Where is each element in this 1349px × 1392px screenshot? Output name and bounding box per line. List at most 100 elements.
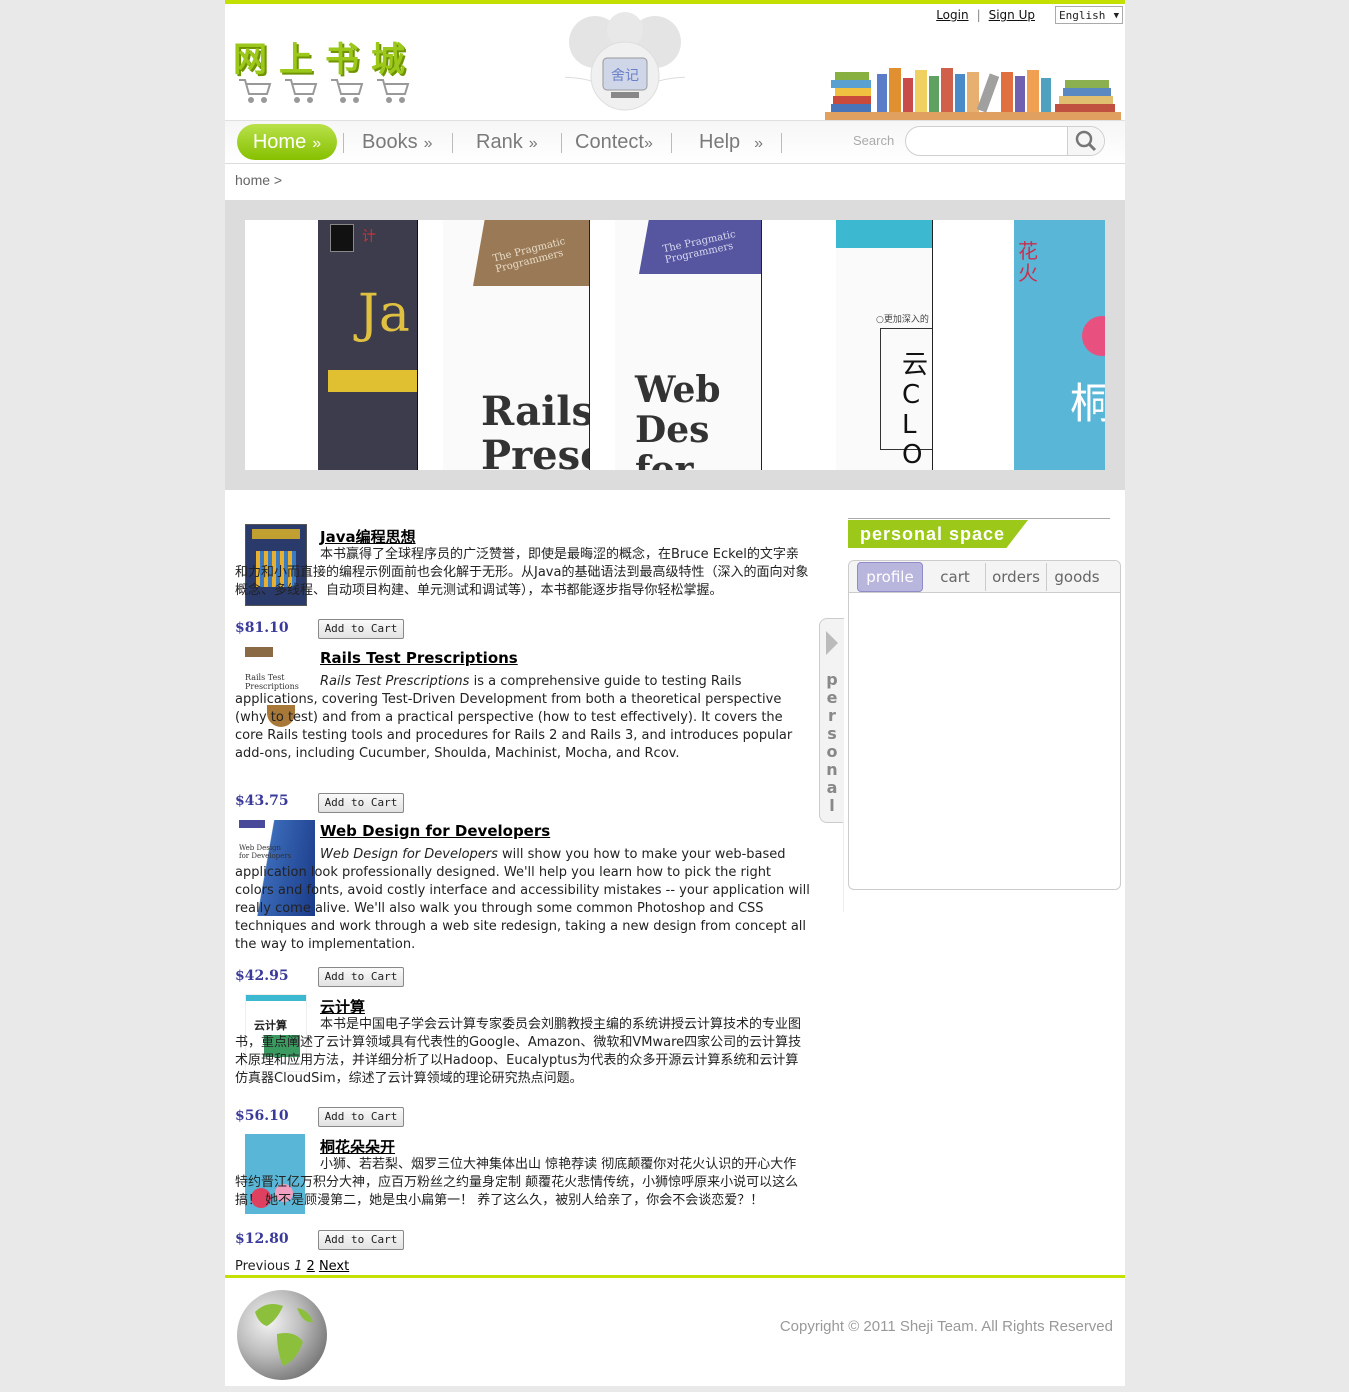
tab-orders[interactable]: orders <box>986 563 1047 591</box>
breadcrumb: home > <box>235 172 283 188</box>
search-box <box>905 126 1105 156</box>
pager-current: 1 <box>294 1259 303 1274</box>
page: Login | Sign Up English ▼ 网上书城 舍记 Home »… <box>225 0 1125 1386</box>
search-input[interactable] <box>914 130 1068 154</box>
book-description-text: will show you how to make your web-based… <box>235 847 810 952</box>
book-price: $42.95 <box>235 968 289 984</box>
slide-text: Rails Presc <box>481 388 590 471</box>
book-description: Rails Test Prescriptions is a comprehens… <box>235 673 810 763</box>
carousel-slide[interactable]: 花火 桐 <box>1014 220 1105 470</box>
pagination: Previous 1 2 Next <box>235 1259 349 1274</box>
slide-text: 桐 <box>1070 379 1105 428</box>
book-title[interactable]: Rails Test Prescriptions <box>320 649 518 667</box>
chevron-down-icon: ▼ <box>1113 11 1119 21</box>
add-to-cart-button[interactable]: Add to Cart <box>318 793 404 813</box>
mascot-icon: 舍记 <box>565 12 685 111</box>
nav-rank-label: Rank <box>476 131 523 153</box>
slide-sub: ○更加深入的 <box>876 315 929 325</box>
double-chevron-icon: » <box>754 135 764 152</box>
copyright: Copyright © 2011 Sheji Team. All Rights … <box>779 1318 1113 1335</box>
book-carousel: 计 Ja The Pragmatic Programmers Rails Pre… <box>225 200 1125 490</box>
slide-sub: 花火 <box>1018 239 1038 285</box>
nav-help[interactable]: Help » <box>699 124 763 160</box>
book-description: 小狮、若若梨、烟罗三位大神集体出山 惊艳荐读 彻底颠覆你对花火认识的开心大作 特… <box>235 1157 799 1208</box>
search-button[interactable] <box>1067 127 1104 155</box>
carousel-slide[interactable]: The Pragmatic Programmers Rails Presc <box>443 220 590 470</box>
book-description-title: Web Design for Developers <box>320 847 498 862</box>
tab-goods[interactable]: goods <box>1047 563 1107 591</box>
personal-space-panel: profile cart orders goods <box>848 560 1121 890</box>
tab-profile[interactable]: profile <box>857 562 923 592</box>
add-to-cart-button[interactable]: Add to Cart <box>318 967 404 987</box>
personal-toggle-tab[interactable]: personal <box>819 618 844 823</box>
double-chevron-icon: » <box>528 135 538 152</box>
book-price: $56.10 <box>235 1108 289 1124</box>
cart-icon <box>331 79 364 103</box>
pager-prev: Previous <box>235 1259 290 1274</box>
personal-space-tabs: profile cart orders goods <box>849 561 1120 593</box>
nav-contect[interactable]: Contect» <box>575 124 653 160</box>
book-title[interactable]: 桐花朵朵开 <box>320 1136 395 1157</box>
carousel-slide[interactable]: 计 Ja <box>318 220 418 470</box>
personal-tab-label: personal <box>826 670 838 815</box>
tab-cart[interactable]: cart <box>925 563 986 591</box>
slide-text: Ja <box>358 284 410 344</box>
cart-icon <box>377 79 410 103</box>
book-description: 本书是中国电子学会云计算专家委员会刘鹏教授主编的系统讲授云计算技术的专业图书，重… <box>235 1017 802 1086</box>
nav-divider <box>671 133 672 153</box>
footer: Copyright © 2011 Sheji Team. All Rights … <box>225 1275 1125 1386</box>
nav-contect-label: Contect <box>575 131 644 153</box>
book-description-title: Rails Test Prescriptions <box>320 674 470 689</box>
book-price: $12.80 <box>235 1231 289 1247</box>
search-icon <box>1075 130 1097 152</box>
site-logo[interactable]: 网上书城 <box>233 32 423 112</box>
personal-space-title: personal space <box>848 520 1028 548</box>
divider <box>843 822 844 912</box>
book-price: $43.75 <box>235 793 289 809</box>
book-title[interactable]: Web Design for Developers <box>320 822 550 840</box>
book-description: 本书赢得了全球程序员的广泛赞誉，即使是最晦涩的概念，在Bruce Eckel的文… <box>235 547 809 598</box>
main-nav: Home» Books» Rank» Contect» Help» Search <box>225 120 1125 164</box>
slide-sub: 计 <box>362 229 376 245</box>
nav-home-label: Home <box>252 131 307 153</box>
book-title[interactable]: 云计算 <box>320 996 365 1017</box>
pager-page-2[interactable]: 2 <box>307 1259 315 1274</box>
signup-link[interactable]: Sign Up <box>989 8 1035 22</box>
double-chevron-icon: » <box>423 135 433 152</box>
slide-text: Web Des for <box>635 369 721 470</box>
header: Login | Sign Up English ▼ 网上书城 舍记 <box>225 4 1125 120</box>
nav-help-label: Help <box>699 131 741 153</box>
carousel-viewport: 计 Ja The Pragmatic Programmers Rails Pre… <box>245 220 1105 470</box>
nav-books-label: Books <box>362 131 418 153</box>
slide-text: 云 CLO <box>902 350 929 470</box>
login-link[interactable]: Login <box>936 8 968 22</box>
double-chevron-icon: » <box>312 135 322 152</box>
cart-icon <box>239 79 272 103</box>
chevron-right-icon <box>826 631 838 655</box>
nav-divider <box>781 133 782 153</box>
mascot-text: 舍记 <box>611 68 639 84</box>
account-links: Login | Sign Up <box>936 8 1035 22</box>
nav-divider <box>561 133 562 153</box>
language-select[interactable]: English ▼ <box>1055 6 1123 24</box>
search-label: Search <box>853 133 895 148</box>
nav-books[interactable]: Books » <box>362 124 433 160</box>
panel-top-rule <box>848 518 1110 519</box>
carousel-slide[interactable]: The Pragmatic Programmers Web Des for <box>615 220 762 470</box>
add-to-cart-button[interactable]: Add to Cart <box>318 1107 404 1127</box>
nav-rank[interactable]: Rank » <box>476 124 538 160</box>
nav-home[interactable]: Home » <box>237 124 337 160</box>
carousel-slide[interactable]: ○更加深入的 云 CLO <box>836 220 933 470</box>
book-description-text: is a comprehensive guide to testing Rail… <box>235 674 793 761</box>
pager-next[interactable]: Next <box>319 1259 349 1274</box>
bookshelf-icon <box>825 68 1121 120</box>
nav-divider <box>343 133 344 153</box>
add-to-cart-button[interactable]: Add to Cart <box>318 1230 404 1250</box>
add-to-cart-button[interactable]: Add to Cart <box>318 619 404 639</box>
book-price: $81.10 <box>235 620 289 636</box>
book-title[interactable]: Java编程思想 <box>320 526 416 547</box>
logo-text: 网上书城 <box>233 40 417 80</box>
double-chevron-icon: » <box>643 135 653 152</box>
nav-divider <box>452 133 453 153</box>
link-separator: | <box>976 8 981 22</box>
